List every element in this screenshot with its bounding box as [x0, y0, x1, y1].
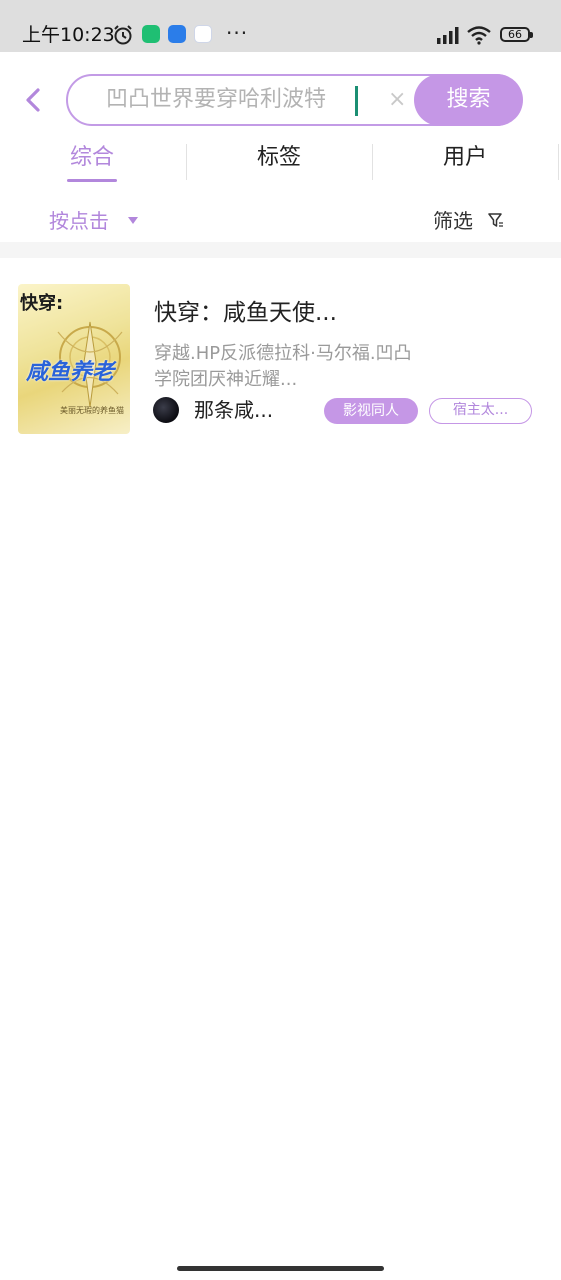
author-name[interactable]: 那条咸...: [194, 396, 273, 424]
tab-users[interactable]: 用户: [430, 140, 500, 176]
search-button[interactable]: 搜索: [414, 74, 523, 126]
tab-all[interactable]: 综合: [60, 140, 124, 176]
status-bar: 上午10:23 ··· 66: [0, 0, 561, 52]
tab-tags[interactable]: 标签: [244, 140, 314, 176]
result-title[interactable]: 快穿：咸鱼天使...: [154, 297, 337, 329]
clear-icon[interactable]: ×: [388, 88, 406, 112]
result-description: 穿越.HP反派德拉科·马尔福.凹凸学院团厌神近耀...: [154, 343, 412, 390]
tab-divider: [186, 144, 187, 180]
app-shield-icon: [142, 25, 160, 43]
search-query-text[interactable]: 凹凸世界要穿哈利波特: [106, 86, 326, 114]
filter-icon[interactable]: [488, 212, 504, 228]
battery-icon: 66: [500, 27, 533, 42]
app-blue-icon: [168, 25, 186, 43]
tag-badge[interactable]: 宿主太...: [429, 398, 532, 424]
cover-sub-text: 美丽无瑕的养鱼猫: [60, 406, 124, 415]
book-cover[interactable]: 快穿: 咸鱼养老 美丽无瑕的养鱼猫: [18, 284, 130, 434]
signal-icon: [437, 27, 459, 44]
chevron-down-icon[interactable]: [128, 217, 138, 224]
author-avatar[interactable]: [153, 397, 179, 423]
tag-badge[interactable]: 影视同人: [324, 398, 418, 424]
alarm-icon: [114, 25, 132, 45]
tab-divider: [558, 144, 559, 180]
wifi-icon: [467, 26, 491, 45]
filter-button[interactable]: 筛选: [433, 207, 473, 235]
home-indicator[interactable]: [177, 1266, 384, 1271]
battery-level: 66: [508, 28, 522, 41]
more-notifications: ···: [226, 21, 249, 45]
cover-main-text: 咸鱼养老: [26, 360, 115, 385]
active-tab-indicator: [67, 179, 117, 182]
tab-divider: [372, 144, 373, 180]
text-cursor: [355, 86, 358, 116]
app-calendar-icon: [194, 25, 212, 43]
back-arrow-icon[interactable]: [20, 86, 48, 114]
section-divider: [0, 242, 561, 258]
status-time: 上午10:23: [22, 24, 115, 46]
sort-dropdown[interactable]: 按点击: [49, 207, 109, 235]
